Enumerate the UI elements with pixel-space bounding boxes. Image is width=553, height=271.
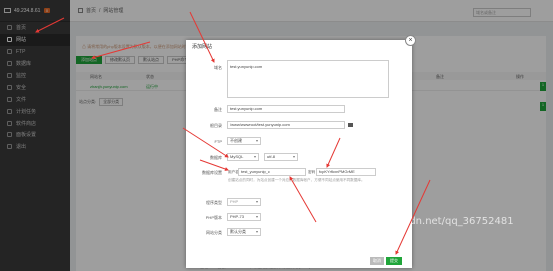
arrow-to-submit	[395, 179, 431, 255]
arrow-to-db-pass	[326, 137, 341, 168]
arrow-to-database	[182, 127, 229, 158]
annotation-arrows	[35, 11, 431, 255]
arrow-to-domain	[189, 11, 215, 63]
arrow-to-db-user	[289, 176, 317, 223]
arrow-to-db-settings	[199, 159, 229, 171]
arrow-to-website-menu	[35, 17, 65, 33]
arrow-to-add-site	[91, 41, 151, 60]
